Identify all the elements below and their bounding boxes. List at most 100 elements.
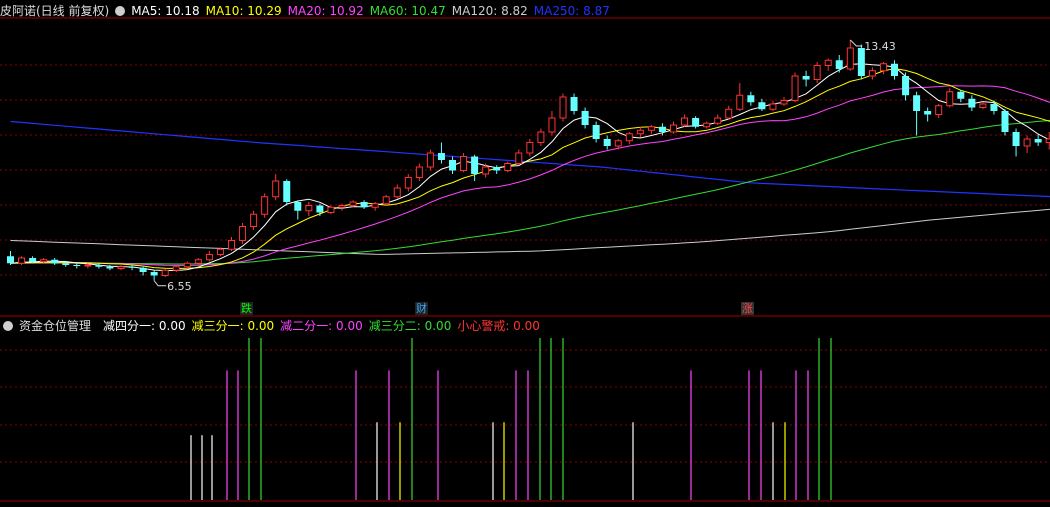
candle-body <box>868 70 876 77</box>
signal-marker-die: 跌 <box>240 302 253 315</box>
candle-body <box>139 267 147 272</box>
candle-body <box>294 202 302 211</box>
candle-body <box>449 160 456 171</box>
candle-body <box>29 258 37 262</box>
candle-body <box>559 96 567 119</box>
candle-body <box>758 102 766 110</box>
candle-body <box>84 264 92 267</box>
candle-body <box>957 91 965 99</box>
candle-body <box>51 259 59 264</box>
candle-body <box>482 166 490 175</box>
gear-icon[interactable] <box>115 6 126 16</box>
candle-body <box>73 265 81 266</box>
candle-body <box>228 240 235 250</box>
candle-body <box>1012 132 1020 146</box>
candle-body <box>250 213 258 227</box>
candle-body <box>316 205 324 213</box>
candle-body <box>393 187 401 198</box>
candle-body <box>780 100 788 105</box>
candle-body <box>493 167 501 171</box>
indicator-value-2: 减二分一: 0.00 <box>280 319 363 333</box>
indicator-title: 资金仓位管理 <box>19 319 92 333</box>
signal-marker-zhang: 涨 <box>741 302 754 315</box>
candle-body <box>769 103 777 110</box>
candle-body <box>327 206 335 213</box>
candle-body <box>946 91 954 107</box>
candle-body <box>614 140 622 147</box>
high-pointer <box>849 39 863 47</box>
low-pointer <box>153 280 167 287</box>
candle-body <box>504 163 512 171</box>
candle-body <box>537 131 545 143</box>
candle-body <box>161 269 169 276</box>
candle-body <box>95 265 103 267</box>
candle-body <box>548 117 556 133</box>
candle-body <box>1001 111 1009 132</box>
indicator-legend: 资金仓位管理 减四分一: 0.00 减三分一: 0.00 减二分一: 0.00 减三分二… <box>0 316 552 336</box>
candle-body <box>40 259 48 262</box>
candle-body <box>216 248 224 255</box>
ma10-line <box>10 67 1050 270</box>
candle-body <box>692 118 700 127</box>
candle-body <box>371 203 379 208</box>
candle-body <box>183 262 191 268</box>
candle-body <box>471 156 479 174</box>
candle-body <box>283 181 291 202</box>
candle-body <box>681 117 689 126</box>
candle-body <box>625 133 633 142</box>
candle-body <box>128 266 136 268</box>
candle-body <box>835 60 843 69</box>
ma-label-2: MA20: 10.92 <box>287 4 364 18</box>
indicator-value-3: 减三分二: 0.00 <box>368 319 452 333</box>
candle-body <box>725 108 733 119</box>
candle-body <box>747 95 755 103</box>
ma-label-4: MA120: 8.82 <box>451 4 528 18</box>
candle-body <box>194 259 202 264</box>
candle-body <box>636 129 644 135</box>
candle-body <box>603 139 611 146</box>
candle-body <box>791 75 799 101</box>
ma-label-1: MA10: 10.29 <box>205 4 282 18</box>
ma250-line <box>10 120 1050 198</box>
ma5-line <box>10 63 1050 271</box>
gear-icon[interactable] <box>3 321 13 331</box>
low-price-label: 6.55 <box>167 280 192 293</box>
candle-body <box>670 124 677 133</box>
candle-body <box>979 103 987 108</box>
candle-body <box>647 126 655 131</box>
indicator-value-4: 小心警戒: 0.00 <box>457 319 540 333</box>
candle-body <box>813 65 821 80</box>
candle-body <box>1023 138 1031 147</box>
high-price-label: 13.43 <box>864 40 896 53</box>
candle-body <box>437 153 445 160</box>
candle-body <box>802 76 810 80</box>
candle-body <box>404 177 412 189</box>
candle-body <box>360 202 368 208</box>
candle-body <box>338 205 346 208</box>
main-chart-legend: 皮阿诺(日线 前复权) MA5: 10.18 MA10: 10.29 MA20: 10… <box>0 1 622 21</box>
candle-body <box>1045 138 1050 143</box>
candle-body <box>205 254 213 261</box>
candle-body <box>736 94 744 110</box>
candle-body <box>117 266 125 269</box>
candle-body <box>18 257 26 264</box>
ma-label-3: MA60: 10.47 <box>369 4 446 18</box>
candle-body <box>592 125 600 139</box>
signal-marker-cai: 财 <box>415 302 428 315</box>
price-chart[interactable]: 13.43 6.55 <box>0 0 1050 507</box>
candle-body <box>261 196 269 215</box>
candle-body <box>714 117 722 124</box>
candle-body <box>7 256 14 264</box>
candle-body <box>902 76 910 96</box>
candle-body <box>305 205 313 212</box>
ma-label-5: MA250: 8.87 <box>533 4 610 18</box>
ma120-line <box>10 208 1050 255</box>
candle-body <box>382 196 390 205</box>
indicator-value-1: 减三分一: 0.00 <box>191 319 275 333</box>
candle-body <box>824 59 832 66</box>
candle-body <box>349 201 357 206</box>
indicator-value-0: 减四分一: 0.00 <box>103 319 186 333</box>
candle-body <box>1034 139 1042 143</box>
candle-body <box>846 47 854 70</box>
candle-body <box>935 105 943 115</box>
